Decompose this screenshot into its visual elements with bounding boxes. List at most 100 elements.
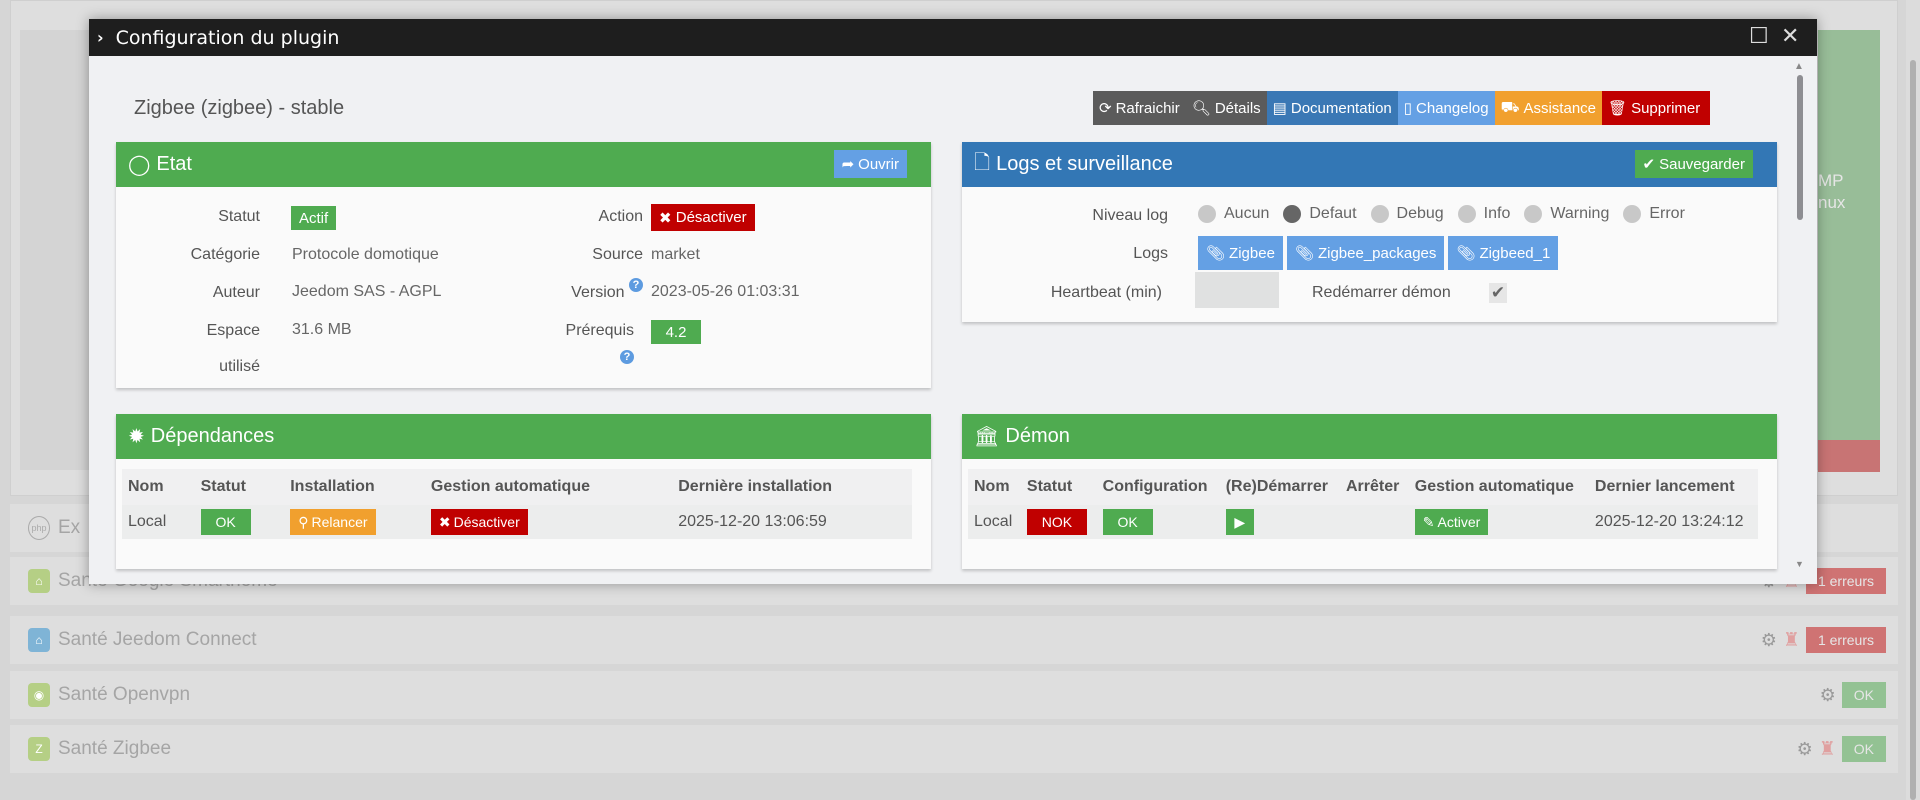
espace-label-line2: utilisé — [219, 358, 260, 375]
row-label: Santé Zigbee — [58, 738, 172, 759]
restart-daemon-checkbox[interactable]: ✔ — [1489, 283, 1507, 303]
maximize-button[interactable]: ☐ — [1749, 25, 1769, 49]
log-level-radios: Aucun Defaut Debug Info Warning Error — [1198, 205, 1699, 223]
status-badge: 1 erreurs — [1805, 627, 1886, 653]
plugin-title: Zigbee (zigbee) - stable — [134, 97, 345, 119]
openvpn-icon: ◉ — [28, 683, 50, 707]
background-panel-text: MP nux — [1818, 170, 1845, 214]
radio-warning[interactable]: Warning — [1524, 205, 1609, 223]
radio-info[interactable]: Info — [1457, 205, 1510, 223]
status-badge: 1 erreurs — [1805, 568, 1886, 594]
circle-notch-icon: ◯ — [128, 154, 151, 176]
heartbeat-input[interactable] — [1195, 272, 1279, 308]
col-arreter: Arrêter — [1339, 469, 1409, 505]
radio-circle-selected[interactable] — [1283, 205, 1302, 223]
x-icon: ✖ — [438, 513, 451, 530]
radio-circle[interactable] — [1370, 205, 1389, 223]
bg-text-2: nux — [1818, 193, 1846, 212]
demon-header: 🏛︎ Démon — [962, 414, 1777, 459]
dependances-header: ✹ Dépendances — [116, 414, 931, 459]
cell-date: 2025-12-20 13:06:59 — [672, 505, 912, 539]
col-configuration: Configuration — [1096, 469, 1220, 505]
statut-badge: Actif — [291, 206, 337, 230]
background-green-block — [1818, 30, 1880, 440]
version-label-text: Version — [571, 284, 625, 301]
row-label: Santé Jeedom Connect — [58, 629, 257, 650]
button-label: Activer — [1437, 514, 1481, 530]
log-zigbee-packages-button[interactable]: 📎︎ Zigbee_packages — [1286, 236, 1445, 270]
dependances-panel: ✹ Dépendances Nom Statut Installation Gestio… — [116, 414, 931, 569]
radio-debug[interactable]: Debug — [1370, 205, 1444, 223]
health-row-zigbee[interactable]: Z Santé Zigbee ⚙ ♜ OK — [10, 725, 1898, 773]
radio-label: Warning — [1550, 205, 1610, 222]
radio-error[interactable]: Error — [1623, 205, 1685, 223]
espace-label-line1: Espace — [206, 322, 260, 339]
button-label: Changelog — [1416, 99, 1489, 117]
assistance-button[interactable]: ⛟ Assistance — [1494, 91, 1603, 125]
gears-icon[interactable]: ⚙ — [1761, 630, 1777, 651]
relaunch-install-button[interactable]: ⚲ Relancer — [290, 509, 376, 535]
close-button[interactable]: ✕ — [1781, 25, 1799, 49]
button-label: Assistance — [1523, 99, 1597, 117]
page-scrollbar-thumb[interactable] — [1910, 60, 1916, 800]
bg-text-1: MP — [1818, 171, 1844, 190]
gears-icon[interactable]: ⚙ — [1820, 685, 1836, 706]
radio-circle[interactable] — [1524, 205, 1543, 223]
panel-title: Logs et surveillance — [996, 153, 1173, 175]
refresh-button[interactable]: ⟳ Rafraichir — [1093, 91, 1186, 125]
demon-enable-auto-button[interactable]: ✎ Activer — [1414, 509, 1489, 535]
table-header: Nom Statut Installation Gestion automatique… — [122, 469, 912, 505]
log-zigbee-button[interactable]: 📎︎ Zigbee — [1198, 236, 1283, 270]
open-button[interactable]: ➦ Ouvrir — [833, 150, 907, 178]
daemon-icon: ♜ — [1782, 629, 1800, 651]
deps-disable-auto-button[interactable]: ✖ Désactiver — [430, 509, 528, 535]
heartbeat-label: Heartbeat (min) — [1050, 284, 1162, 301]
save-button[interactable]: ✔ Sauvegarder — [1634, 150, 1753, 178]
button-label: Supprimer — [1631, 99, 1701, 117]
version-value: 2023-05-26 01:03:31 — [651, 283, 800, 300]
modal-scrollbar-thumb[interactable] — [1797, 75, 1803, 220]
daemon-icon: ♜ — [1818, 738, 1836, 760]
scroll-down-icon[interactable]: ▼ — [1795, 559, 1804, 569]
table-header: Nom Statut Configuration (Re)Démarrer Arrête… — [968, 469, 1758, 505]
search-icon: 🔍︎ — [1191, 100, 1211, 117]
disable-plugin-button[interactable]: ✖ Désactiver — [651, 204, 755, 231]
details-button[interactable]: 🔍︎ Détails — [1185, 91, 1267, 125]
start-daemon-button[interactable]: ▶ — [1225, 509, 1254, 535]
jeedom-connect-icon: ⌂ — [28, 628, 50, 652]
gears-icon[interactable]: ⚙ — [1797, 739, 1813, 760]
source-label: Source — [592, 246, 643, 263]
help-icon[interactable]: ? — [620, 350, 634, 364]
col-nom: Nom — [122, 469, 195, 505]
health-row-jeedom-connect[interactable]: ⌂ Santé Jeedom Connect ⚙ ♜ 1 erreurs — [10, 616, 1898, 664]
radio-aucun[interactable]: Aucun — [1198, 205, 1269, 223]
cell-arreter — [1339, 505, 1409, 539]
radio-circle[interactable] — [1457, 205, 1476, 223]
statut-label: Statut — [218, 208, 260, 225]
trash-icon: 🗑︎ — [1608, 100, 1628, 117]
university-icon: 🏛︎ — [974, 426, 1000, 448]
button-label: Sauvegarder — [1659, 155, 1745, 173]
radio-defaut[interactable]: Defaut — [1283, 205, 1357, 223]
delete-button[interactable]: 🗑︎ Supprimer — [1602, 91, 1711, 125]
col-nom: Nom — [968, 469, 1021, 505]
help-icon[interactable]: ? — [629, 278, 643, 292]
log-zigbeed-1-button[interactable]: 📎︎ Zigbeed_1 — [1448, 236, 1559, 270]
radio-label: Defaut — [1309, 205, 1357, 222]
scroll-up-icon[interactable]: ▲ — [1794, 61, 1804, 72]
demon-table: Nom Statut Configuration (Re)Démarrer Arrête… — [968, 469, 1758, 539]
auteur-label: Auteur — [212, 284, 260, 301]
radio-label: Error — [1649, 205, 1685, 222]
health-row-openvpn[interactable]: ◉ Santé Openvpn ⚙ OK — [10, 671, 1898, 719]
book-icon: ▤ — [1272, 100, 1287, 117]
row-label: Santé Openvpn — [58, 684, 191, 705]
espace-value: 31.6 MB — [292, 321, 352, 338]
radio-circle[interactable] — [1623, 205, 1642, 223]
changelog-button[interactable]: ▯ Changelog — [1397, 91, 1495, 125]
radio-circle[interactable] — [1198, 205, 1216, 223]
documentation-button[interactable]: ▤ Documentation — [1266, 91, 1398, 125]
prerequis-label: Prérequis — [565, 322, 634, 339]
paperclip-icon: 📎︎ — [1294, 245, 1314, 262]
col-gestion: Gestion automatique — [1408, 469, 1589, 505]
share-icon: ➦ — [841, 156, 855, 173]
